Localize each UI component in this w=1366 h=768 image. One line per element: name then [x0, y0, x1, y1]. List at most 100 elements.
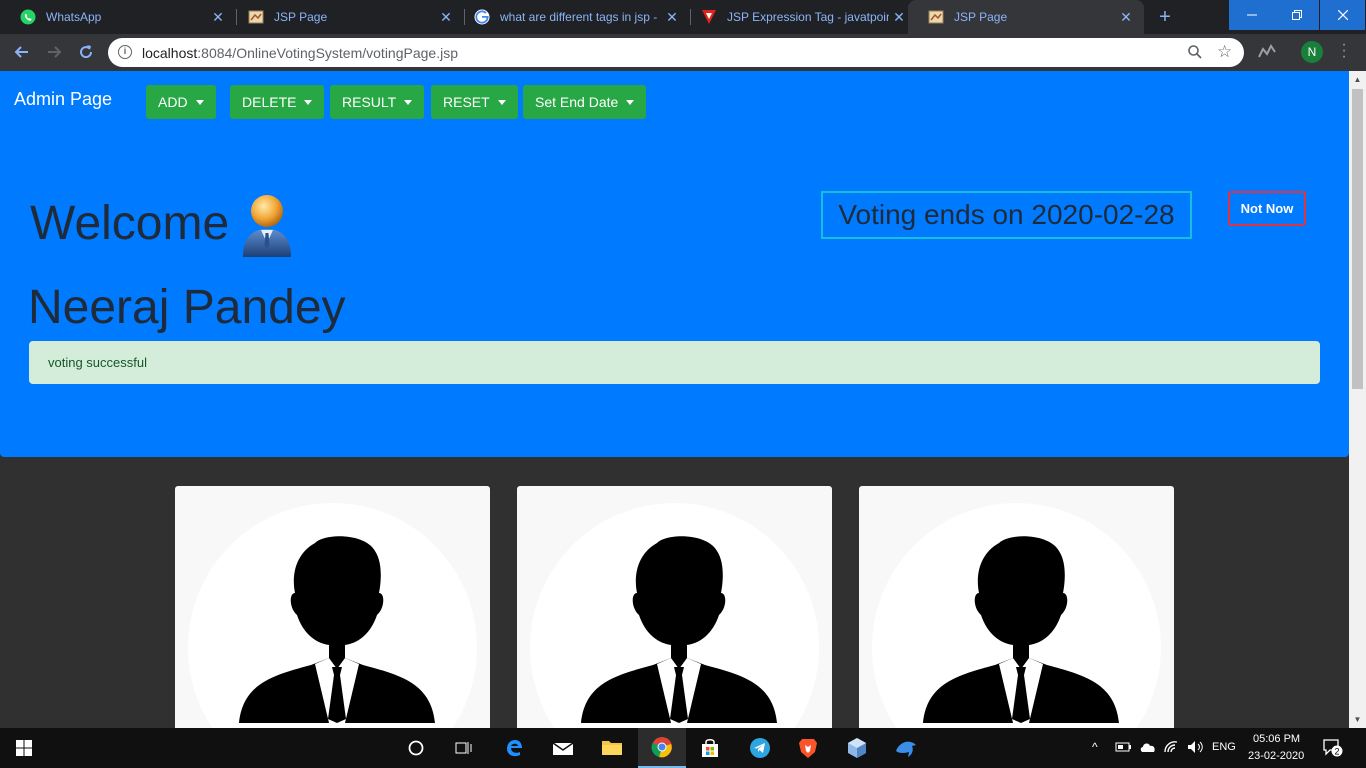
brave-lion-icon	[799, 739, 817, 758]
mail-icon	[552, 742, 574, 755]
clock-date[interactable]: 23-02-2020	[1248, 750, 1304, 762]
volume-icon[interactable]	[1187, 740, 1205, 757]
tab-whatsapp[interactable]: WhatsApp ✕	[0, 0, 236, 34]
chrome-icon	[651, 737, 672, 758]
profile-avatar[interactable]: N	[1301, 41, 1323, 63]
mail-taskbar-button[interactable]	[539, 728, 587, 768]
welcome-text: Welcome	[30, 197, 230, 250]
close-window-button[interactable]	[1320, 0, 1365, 30]
wifi-icon[interactable]	[1163, 740, 1179, 757]
result-dropdown-button[interactable]: RESULT	[330, 85, 425, 119]
edge-taskbar-button[interactable]	[490, 728, 538, 768]
tab-javatpoint[interactable]: JSP Expression Tag - javatpoint ✕	[681, 0, 917, 34]
person-silhouette-icon	[581, 536, 777, 723]
navbar-brand[interactable]: Admin Page	[14, 89, 112, 110]
back-arrow-icon	[14, 46, 28, 58]
tab-jsp-page[interactable]: JSP Page ✕	[228, 0, 464, 34]
user-name: Neeraj Pandey	[28, 281, 346, 334]
success-alert: voting successful	[29, 341, 1320, 384]
bookmark-star-icon[interactable]: ☆	[1217, 42, 1232, 62]
cortana-button[interactable]	[392, 728, 440, 768]
file-explorer-taskbar-button[interactable]	[588, 728, 636, 768]
cortana-circle-icon	[408, 740, 424, 756]
url-path: :8084/OnlineVotingSystem/votingPage.jsp	[197, 45, 458, 61]
set-end-date-dropdown-button[interactable]: Set End Date	[523, 85, 647, 119]
caret-down-icon	[304, 99, 313, 105]
address-bar[interactable]: i localhost:8084/OnlineVotingSystem/voti…	[108, 38, 1244, 67]
tab-google-search[interactable]: what are different tags in jsp - ✕	[454, 0, 690, 34]
reload-icon	[80, 45, 93, 59]
reload-button[interactable]	[73, 39, 99, 65]
delete-dropdown-button[interactable]: DELETE	[230, 85, 325, 119]
telegram-taskbar-button[interactable]	[736, 728, 784, 768]
close-tab-icon[interactable]: ✕	[1116, 9, 1136, 26]
whatsapp-icon	[20, 9, 36, 25]
close-tab-icon[interactable]: ✕	[208, 9, 228, 26]
add-dropdown-button[interactable]: ADD	[146, 85, 216, 119]
user-avatar-icon	[239, 191, 295, 264]
reset-label: RESET	[443, 94, 490, 110]
onedrive-cloud-icon[interactable]	[1139, 740, 1157, 757]
forward-button[interactable]	[41, 39, 67, 65]
language-indicator[interactable]: ENG	[1212, 741, 1236, 753]
store-taskbar-button[interactable]	[686, 728, 734, 768]
delete-label: DELETE	[242, 94, 297, 110]
task-view-icon	[455, 742, 472, 754]
notification-count: 2	[1334, 747, 1339, 757]
minimize-icon	[1246, 14, 1257, 16]
show-hidden-icons-icon[interactable]: ^	[1092, 740, 1098, 754]
close-tab-icon[interactable]: ✕	[889, 9, 909, 26]
javatpoint-icon	[701, 9, 717, 25]
start-button[interactable]	[0, 728, 48, 768]
person-silhouette-icon	[923, 536, 1119, 723]
jsp-page-icon	[248, 9, 264, 25]
restore-icon	[1291, 10, 1302, 20]
page-viewport: Admin Page ADD DELETE RESULT RESET Set E…	[0, 71, 1349, 728]
caret-down-icon	[626, 99, 635, 105]
minimize-button[interactable]	[1229, 0, 1274, 30]
tab-title: what are different tags in jsp -	[500, 10, 658, 24]
scroll-down-arrow-icon[interactable]: ▼	[1349, 711, 1366, 728]
close-tab-icon[interactable]: ✕	[436, 9, 456, 26]
voting-end-date: Voting ends on 2020-02-28	[821, 191, 1192, 239]
store-bag-icon	[702, 739, 718, 757]
close-icon	[1337, 10, 1348, 20]
welcome-heading: Welcome	[30, 191, 295, 257]
candidate-card[interactable]	[859, 486, 1174, 728]
action-center-icon[interactable]: 2	[1322, 738, 1344, 763]
tab-title: JSP Page	[954, 10, 1008, 24]
site-info-icon[interactable]: i	[118, 45, 132, 59]
brave-taskbar-button[interactable]	[784, 728, 832, 768]
restore-button[interactable]	[1274, 0, 1319, 30]
scroll-up-arrow-icon[interactable]: ▲	[1349, 71, 1366, 88]
clock-time[interactable]: 05:06 PM	[1253, 733, 1300, 745]
candidate-card[interactable]	[175, 486, 490, 728]
new-tab-button[interactable]: +	[1153, 4, 1177, 30]
tab-jsp-page-active[interactable]: JSP Page ✕	[908, 0, 1144, 34]
browser-toolbar: i localhost:8084/OnlineVotingSystem/voti…	[0, 34, 1366, 71]
folder-icon	[602, 741, 622, 755]
forward-arrow-icon	[48, 46, 62, 58]
zoom-icon[interactable]	[1187, 44, 1203, 65]
scrollbar-thumb[interactable]	[1352, 89, 1363, 389]
caret-down-icon	[497, 99, 506, 105]
chrome-menu-icon[interactable]: · · ·	[1336, 37, 1352, 65]
windows-logo-icon	[16, 740, 32, 756]
extension-icon[interactable]	[1258, 44, 1276, 63]
not-now-button[interactable]: Not Now	[1228, 191, 1306, 226]
virtualbox-taskbar-button[interactable]	[833, 728, 881, 768]
chrome-taskbar-button[interactable]	[638, 728, 686, 768]
close-tab-icon[interactable]: ✕	[662, 9, 682, 26]
page-scrollbar[interactable]: ▲ ▼	[1349, 71, 1366, 728]
back-button[interactable]	[9, 39, 35, 65]
netbeans-taskbar-button[interactable]	[882, 728, 930, 768]
reset-dropdown-button[interactable]: RESET	[431, 85, 518, 119]
battery-icon[interactable]	[1115, 740, 1133, 757]
edge-icon	[507, 740, 522, 757]
url-text[interactable]: localhost:8084/OnlineVotingSystem/voting…	[142, 45, 458, 61]
tab-title: JSP Page	[274, 10, 328, 24]
task-view-button[interactable]	[440, 728, 488, 768]
caret-down-icon	[195, 99, 204, 105]
candidate-card[interactable]	[517, 486, 832, 728]
header-jumbotron: Admin Page ADD DELETE RESULT RESET Set E…	[0, 71, 1349, 457]
